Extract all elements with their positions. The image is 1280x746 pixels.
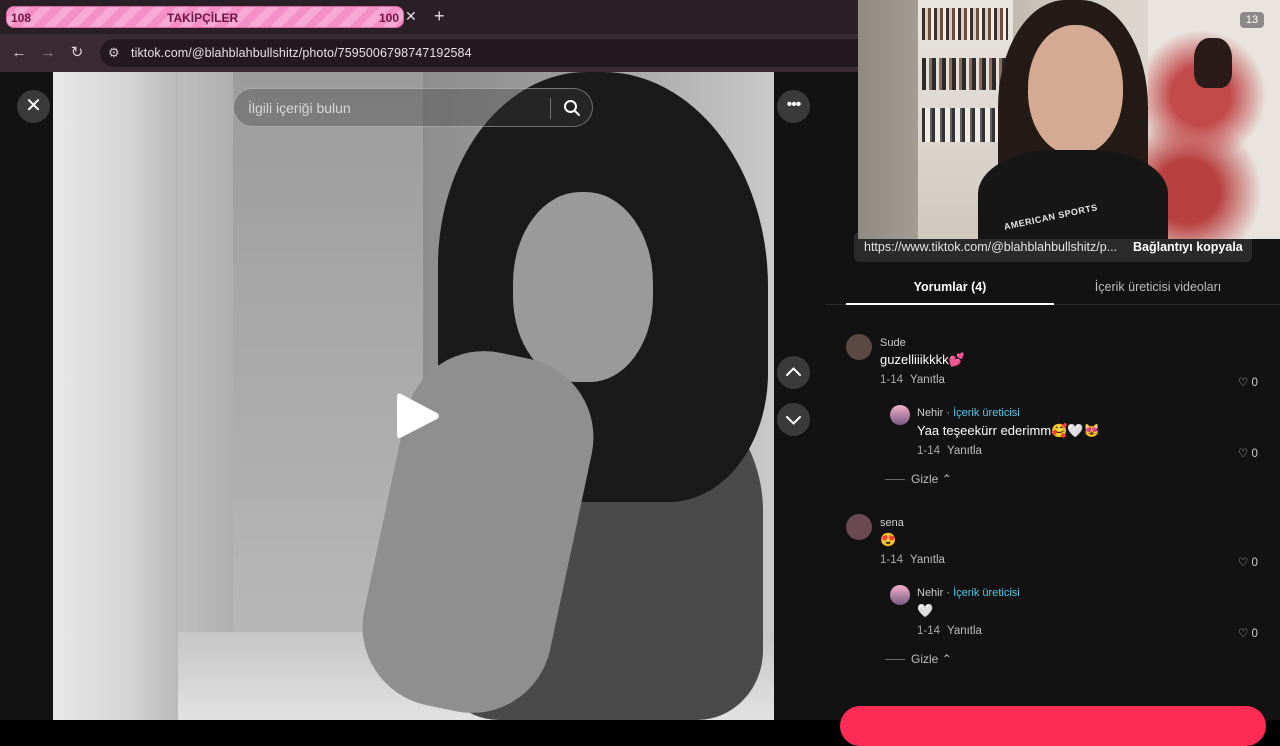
cam-books (922, 8, 1008, 40)
cam-badge: 13 (1240, 12, 1264, 28)
hide-divider (885, 479, 905, 481)
hide-divider (885, 659, 905, 661)
hide-replies-button[interactable]: Gizle ⌃ (885, 652, 952, 666)
comment-date: 1-14 (880, 374, 904, 386)
tab-creator-videos[interactable]: İçerik üreticisi videoları (1058, 275, 1258, 305)
reply-username[interactable]: Nehir · İçerik üreticisi (917, 587, 1020, 599)
creator-tag: İçerik üreticisi (953, 587, 1020, 599)
like-button[interactable]: ♡ 0 (1238, 555, 1258, 569)
reload-icon[interactable]: ↻ (66, 42, 88, 64)
avatar[interactable] (890, 405, 910, 425)
photo-figure-face (513, 192, 653, 382)
like-button[interactable]: ♡ 0 (1238, 626, 1258, 640)
chevron-down-icon (786, 416, 801, 425)
comment-username[interactable]: sena (880, 517, 904, 529)
heart-icon: ♡ (1238, 377, 1249, 389)
previous-button[interactable] (777, 356, 810, 389)
creator-tag: İçerik üreticisi (953, 407, 1020, 419)
search-icon[interactable] (562, 98, 582, 118)
reply-button[interactable]: Yanıtla (910, 554, 945, 566)
like-button[interactable]: ♡ 0 (1238, 446, 1258, 460)
cam-books (922, 108, 1008, 142)
reply-text: Yaa teşeekürr ederimm🥰🤍😻 (917, 423, 1100, 438)
browser-tab-bar: 108 TAKİPÇİLER 100 ✕ + (0, 0, 858, 34)
cam-books (922, 58, 1008, 90)
back-arrow-icon[interactable]: ← (8, 42, 30, 64)
play-icon[interactable] (395, 390, 441, 442)
reply-button[interactable]: Yanıtla (947, 625, 982, 637)
cam-person-face (1028, 25, 1123, 155)
search-input[interactable]: İlgili içeriği bulun (248, 100, 351, 116)
webcam-overlay: AMERICAN SPORTS 13 (858, 0, 1280, 239)
reply-date: 1-14 (917, 445, 941, 457)
like-count: 0 (1251, 377, 1258, 389)
close-icon[interactable]: ✕ (17, 90, 50, 123)
reply-button[interactable]: Yanıtla (947, 445, 982, 457)
comment-username[interactable]: Sude (880, 337, 906, 349)
more-icon[interactable]: ••• (777, 90, 810, 123)
login-button[interactable] (840, 706, 1266, 746)
search-bar[interactable]: İlgili içeriği bulun (233, 88, 593, 127)
heart-icon: ♡ (1238, 628, 1249, 640)
next-button[interactable] (777, 403, 810, 436)
url-text: tiktok.com/@blahblahbullshitz/photo/7595… (131, 46, 472, 60)
photo-door (53, 72, 178, 720)
address-bar-row: ← → ↻ ⚙ tiktok.com/@blahblahbullshitz/ph… (0, 34, 870, 72)
forward-arrow-icon[interactable]: → (37, 42, 59, 64)
tab-comments[interactable]: Yorumlar (4) (846, 275, 1054, 305)
avatar[interactable] (846, 514, 872, 540)
reply-date: 1-14 (917, 625, 941, 637)
like-count: 0 (1251, 628, 1258, 640)
avatar[interactable] (890, 585, 910, 605)
tab-count-right: 100 (378, 11, 399, 25)
new-tab-icon[interactable]: + (434, 6, 445, 27)
heart-icon: ♡ (1238, 448, 1249, 460)
comment-text: 😍 (880, 532, 897, 547)
comment-date: 1-14 (880, 554, 904, 566)
cam-handprint (1194, 38, 1232, 88)
like-count: 0 (1251, 557, 1258, 569)
chevron-up-icon: ⌃ (941, 652, 952, 666)
avatar[interactable] (846, 334, 872, 360)
search-divider (550, 98, 551, 119)
reply-username[interactable]: Nehir · İçerik üreticisi (917, 407, 1020, 419)
browser-tab[interactable]: 108 TAKİPÇİLER 100 (6, 6, 404, 28)
omnibox[interactable]: ⚙ tiktok.com/@blahblahbullshitz/photo/75… (100, 39, 870, 67)
tab-close-icon[interactable]: ✕ (405, 8, 417, 25)
comment-text: guzelliiikkkk💕 (880, 352, 965, 367)
like-button[interactable]: ♡ 0 (1238, 375, 1258, 389)
panel-tabs: Yorumlar (4) İçerik üreticisi videoları (826, 275, 1280, 305)
reply-text: 🤍 (917, 603, 934, 618)
like-count: 0 (1251, 448, 1258, 460)
reply-button[interactable]: Yanıtla (910, 374, 945, 386)
share-link-url[interactable]: https://www.tiktok.com/@blahblahbullshit… (864, 240, 1119, 254)
tab-title: TAKİPÇİLER (167, 11, 239, 25)
hide-label: Gizle (911, 472, 939, 486)
tab-count-left: 108 (11, 11, 32, 25)
hide-replies-button[interactable]: Gizle ⌃ (885, 472, 952, 486)
chevron-up-icon (786, 367, 801, 376)
copy-link-button[interactable]: Bağlantıyı kopyala (1133, 240, 1243, 254)
site-info-icon[interactable]: ⚙ (108, 45, 120, 61)
chevron-up-icon: ⌃ (941, 472, 952, 486)
hide-label: Gizle (911, 652, 939, 666)
media-viewer: ✕ İlgili içeriği bulun ••• (0, 72, 826, 720)
heart-icon: ♡ (1238, 557, 1249, 569)
